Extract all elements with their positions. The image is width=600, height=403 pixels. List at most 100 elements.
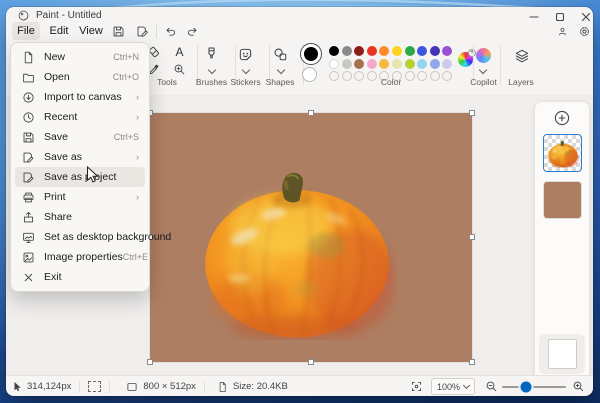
copilot-button[interactable] [475,47,491,63]
menu-item-label: Save [44,131,68,143]
palette-empty-slot[interactable] [354,71,364,81]
feedback-icon[interactable] [554,23,570,39]
palette-empty-slot[interactable] [329,71,339,81]
file-menu-item-open[interactable]: Open Ctrl+O [15,67,145,87]
palette-swatch[interactable] [379,46,389,56]
file-menu-item-print[interactable]: Print › [15,187,145,207]
file-menu-item-import-to-canvas[interactable]: Import to canvas › [15,87,145,107]
file-menu-item-save[interactable]: Save Ctrl+S [15,127,145,147]
zoom-slider-thumb[interactable] [519,379,534,394]
menu-view-label: View [79,25,103,37]
palette-swatch[interactable] [392,46,402,56]
zoom-level-dropdown[interactable]: 100% [431,378,475,395]
brushes-button[interactable] [203,45,220,65]
palette-swatch[interactable] [342,59,352,69]
file-menu-item-set-as-desktop-background[interactable]: Set as desktop background › [15,227,145,247]
file-menu-item-new[interactable]: New Ctrl+N [15,47,145,67]
palette-swatch[interactable] [405,59,415,69]
zoom-to-fit-icon[interactable] [410,380,423,393]
palette-swatch[interactable] [367,59,377,69]
palette-swatch[interactable] [354,46,364,56]
desktop: Paint - Untitled File Edit View [0,0,600,403]
palette-swatch[interactable] [442,59,452,69]
paint-app-icon [18,10,29,21]
canvas-handle-bottom-left[interactable] [147,359,153,365]
minimize-button[interactable] [521,7,547,26]
add-layer-button[interactable] [554,110,570,126]
background-layer-tile[interactable] [539,334,585,374]
palette-swatch[interactable] [367,46,377,56]
menu-item-meta: Ctrl+N [113,52,139,62]
status-bar: 314,124px 800 × 512px Size: 20.4KB [6,375,593,396]
file-menu-item-share[interactable]: Share [15,207,145,227]
file-menu-item-recent[interactable]: Recent › [15,107,145,127]
stickers-button[interactable] [237,46,254,63]
palette-empty-slot[interactable] [342,71,352,81]
menu-item-label: Exit [44,271,62,283]
palette-swatch[interactable] [417,59,427,69]
redo-button[interactable] [184,23,200,39]
palette-swatch[interactable] [379,59,389,69]
palette-swatch[interactable] [405,46,415,56]
menu-item-meta: Ctrl+E [123,252,148,262]
layer-thumbnail-background[interactable] [543,181,582,219]
palette-swatch[interactable] [329,59,339,69]
palette-swatch[interactable] [430,46,440,56]
submenu-arrow-icon: › [171,232,174,242]
zoom-slider[interactable] [502,386,566,388]
save-quick-button[interactable] [110,23,126,39]
secondary-color-swatch[interactable] [302,67,317,82]
undo-button[interactable] [162,23,178,39]
text-tool-icon: A [175,45,183,59]
copilot-chevron-icon[interactable] [479,66,487,74]
shapes-chevron-icon[interactable] [277,66,285,74]
palette-empty-slot[interactable] [442,71,452,81]
text-tool[interactable]: A [172,44,187,59]
magnifier-tool[interactable] [172,62,187,77]
palette-swatch[interactable] [430,59,440,69]
palette-swatch[interactable] [342,46,352,56]
palette-empty-slot[interactable] [430,71,440,81]
settings-gear-icon[interactable] [576,23,592,39]
zoom-in-icon[interactable] [572,380,585,393]
palette-swatch[interactable] [417,46,427,56]
shapes-group-label: Shapes [260,77,300,87]
layer-thumbnail-pumpkin[interactable] [543,134,582,172]
palette-swatch[interactable] [442,46,452,56]
shapes-button[interactable] [272,46,289,63]
titlebar[interactable]: Paint - Untitled [6,7,593,22]
edit-color-button[interactable]: + [458,52,473,67]
file-menu-item-image-properties[interactable]: Image properties Ctrl+E [15,247,145,267]
palette-swatch[interactable] [329,46,339,56]
layer-pumpkin-preview [547,139,579,168]
palette-empty-slot[interactable] [417,71,427,81]
share-icon [21,210,35,224]
file-size-icon [217,381,228,393]
layers-button[interactable] [513,47,530,64]
menu-edit[interactable]: Edit [44,22,74,40]
selection-size-icon [88,381,101,392]
canvas-size-icon [126,381,138,393]
file-menu-item-save-as-project[interactable]: Save as project [15,167,145,187]
brushes-chevron-icon[interactable] [208,66,216,74]
canvas-handle-bottom[interactable] [308,359,314,365]
layers-panel [534,101,590,383]
cursor-position-value: 314,124px [27,381,71,392]
menu-file[interactable]: File [12,22,40,40]
canvas-handle-top-right[interactable] [469,110,475,116]
stickers-chevron-icon[interactable] [242,66,250,74]
drawing-canvas[interactable] [150,113,472,362]
palette-swatch[interactable] [392,59,402,69]
save-as-quick-button[interactable] [134,23,150,39]
file-menu-item-exit[interactable]: Exit [15,267,145,287]
canvas-handle-right[interactable] [469,234,475,240]
file-menu-item-save-as[interactable]: Save as › [15,147,145,167]
cursor-position-icon [12,381,22,393]
canvas-handle-top[interactable] [308,110,314,116]
save-as-icon [21,150,35,164]
palette-swatch[interactable] [354,59,364,69]
canvas-handle-bottom-right[interactable] [469,359,475,365]
zoom-out-icon[interactable] [485,380,498,393]
primary-color-swatch[interactable] [300,43,322,65]
menu-view[interactable]: View [76,22,106,40]
